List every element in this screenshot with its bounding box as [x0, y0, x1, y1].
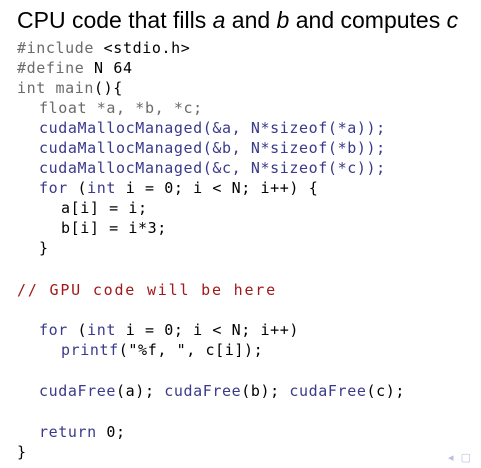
for-open: ( [67, 179, 88, 197]
malloc-args: (&c, N*sizeof(*c)); [202, 159, 386, 177]
gpu-comment: // GPU code will be here [17, 281, 277, 299]
call-cudamallocmanaged: cudaMallocManaged [39, 119, 203, 137]
for-open: ( [67, 321, 88, 339]
code-line-malloc-a: cudaMallocManaged(&a, N*sizeof(*a)); [39, 119, 386, 137]
title-text-3: and computes [289, 7, 447, 33]
code-line-define: #define N 64 [17, 59, 133, 77]
code-line-close-for: } [39, 239, 49, 257]
define-body: N 64 [84, 59, 133, 77]
code-line-close-main: } [17, 443, 27, 461]
call-cudafree-c: cudaFree [289, 382, 367, 400]
close-brace: } [39, 239, 49, 257]
include-target: <stdio.h> [94, 39, 191, 57]
assign-a: a[i] = i; [61, 199, 148, 217]
code-line-malloc-c: cudaMallocManaged(&c, N*sizeof(*c)); [39, 159, 386, 177]
keyword-for: for [39, 321, 68, 339]
code-line-include: #include <stdio.h> [17, 39, 190, 57]
free-arg-a: (a); [116, 382, 165, 400]
code-line-assign-a: a[i] = i; [61, 199, 148, 217]
title-var-c: c [446, 7, 459, 33]
code-line-assign-b: b[i] = i*3; [61, 219, 167, 237]
call-cudafree-b: cudaFree [164, 382, 242, 400]
slide-title: CPU code that fills a and b and computes… [17, 6, 458, 34]
code-line-declare: float *a, *b, *c; [39, 99, 203, 117]
call-cudamallocmanaged: cudaMallocManaged [39, 159, 203, 177]
keyword-return: return [39, 423, 97, 441]
code-line-for-print: for (int i = 0; i < N; i++) [39, 321, 299, 339]
call-printf: printf [61, 341, 119, 359]
declare-vars: *a, *b, *c; [87, 99, 203, 117]
keyword-for: for [39, 179, 68, 197]
main-paren: (){ [94, 79, 123, 97]
keyword-float: float [39, 99, 88, 117]
code-line-comment: // GPU code will be here [17, 281, 277, 299]
for-header: i = 0; i < N; i++) [116, 321, 300, 339]
slide-nav-icon[interactable]: ◂ ▢ [448, 451, 473, 464]
preprocessor-define: #define [17, 59, 85, 77]
call-cudafree-a: cudaFree [39, 382, 117, 400]
for-header: i = 0; i < N; i++) { [116, 179, 319, 197]
free-arg-c: (c); [366, 382, 405, 400]
assign-b: b[i] = i*3; [61, 219, 167, 237]
code-line-printf: printf("%f, ", c[i]); [61, 341, 263, 359]
malloc-args: (&a, N*sizeof(*a)); [202, 119, 386, 137]
call-cudamallocmanaged: cudaMallocManaged [39, 139, 203, 157]
keyword-int: int [87, 321, 117, 339]
printf-args: ("%f, ", c[i]); [118, 341, 264, 359]
malloc-args: (&b, N*sizeof(*b)); [202, 139, 386, 157]
free-arg-b: (b); [241, 382, 290, 400]
keyword-int: int [87, 179, 117, 197]
keyword-int-main: int main [17, 79, 95, 97]
title-text-2: and [225, 7, 277, 33]
title-text-1: CPU code that fills [17, 7, 213, 33]
title-var-b: b [276, 7, 290, 33]
preprocessor-include: #include [17, 39, 95, 57]
code-line-main: int main(){ [17, 79, 123, 97]
title-var-a: a [212, 7, 226, 33]
close-brace: } [17, 443, 27, 461]
code-line-free: cudaFree(a); cudaFree(b); cudaFree(c); [39, 382, 405, 400]
code-line-return: return 0; [39, 423, 126, 441]
code-line-for-fill: for (int i = 0; i < N; i++) { [39, 179, 318, 197]
return-value: 0; [96, 423, 126, 441]
code-line-malloc-b: cudaMallocManaged(&b, N*sizeof(*b)); [39, 139, 386, 157]
